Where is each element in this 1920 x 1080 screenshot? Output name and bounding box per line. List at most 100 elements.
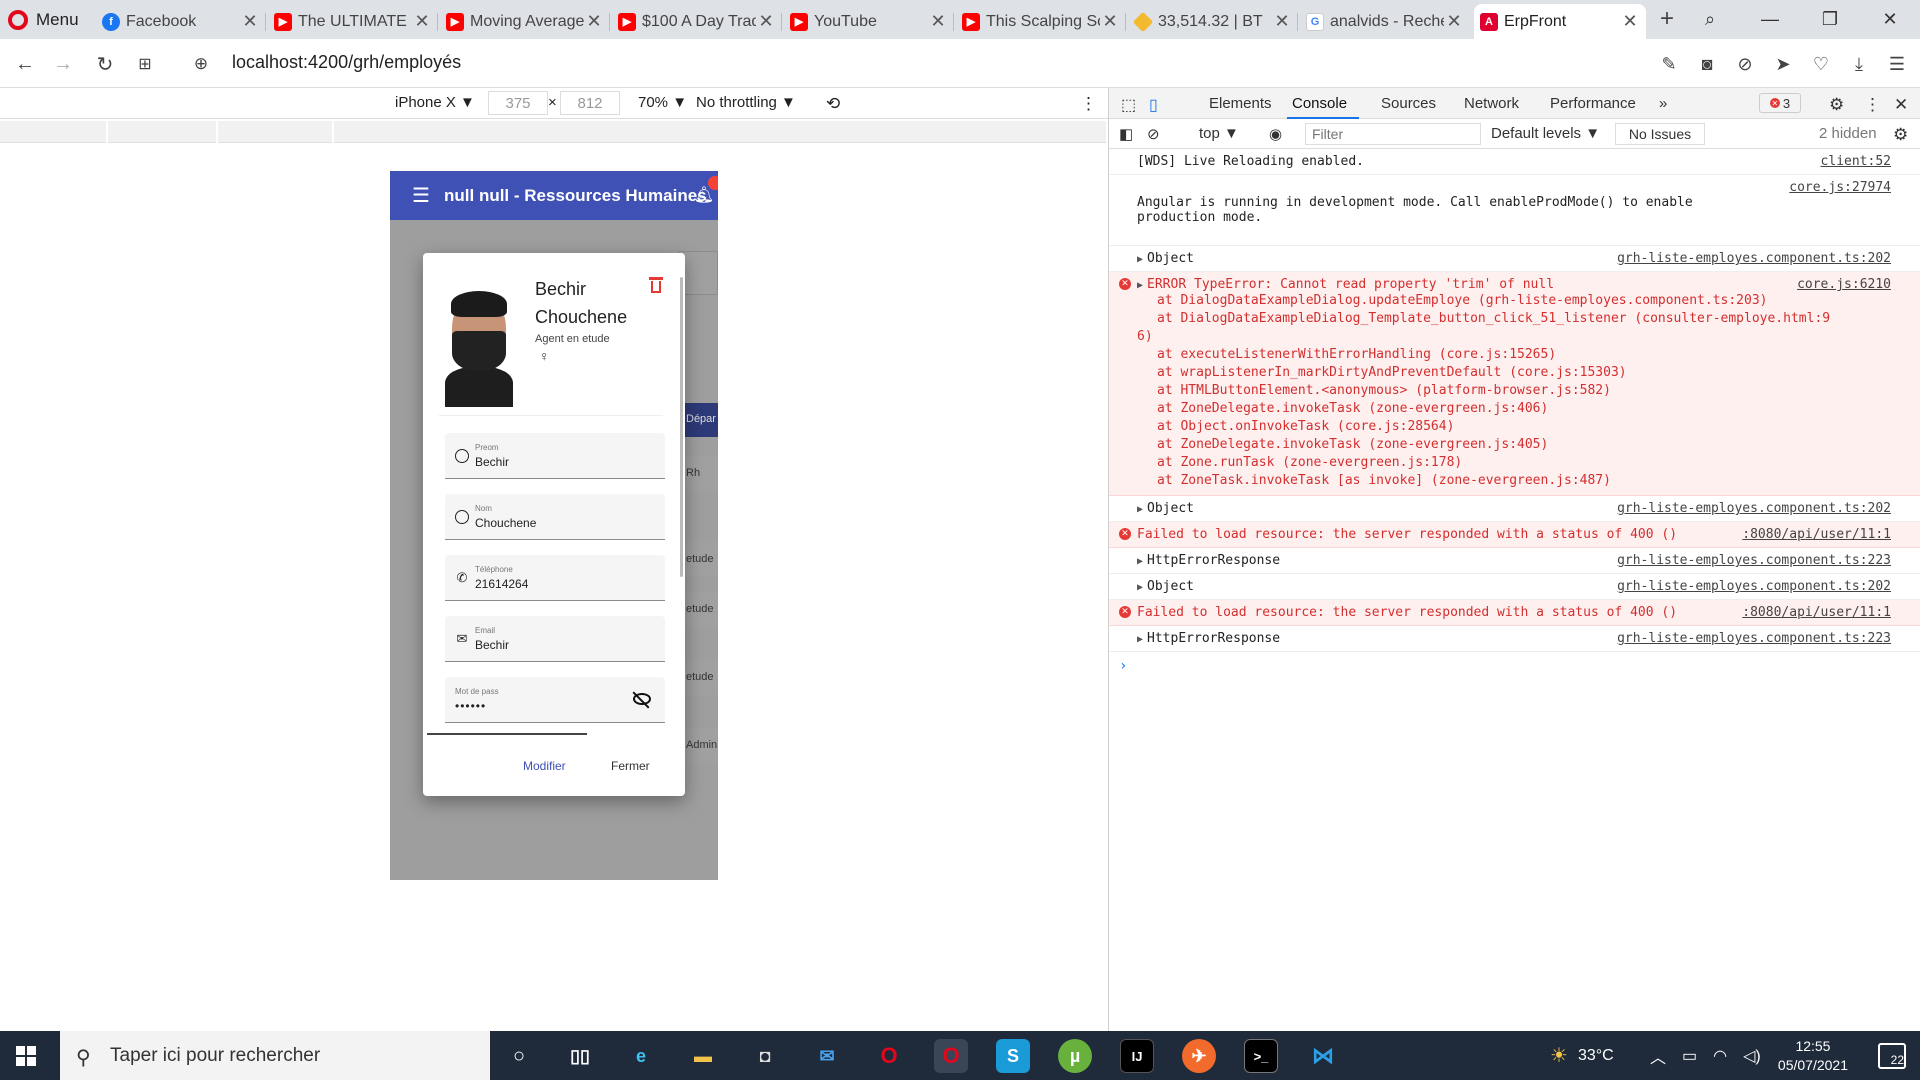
tab-youtube-1[interactable]: ▶ The ULTIMATE B ✕	[268, 4, 438, 39]
message-source-link[interactable]: core.js:27974	[1789, 180, 1891, 195]
tab-network[interactable]: Network	[1464, 95, 1519, 112]
stack-line[interactable]: at Zone.runTask (zone-evergreen.js:178)	[1157, 454, 1891, 472]
windows-start-icon[interactable]	[16, 1046, 36, 1066]
expand-triangle-icon[interactable]: ▶	[1137, 582, 1143, 593]
console-object-row[interactable]: ▶ Object grh-liste-employes.component.ts:…	[1109, 496, 1920, 522]
hamburger-menu-icon[interactable]: ☰	[412, 183, 432, 208]
rotate-icon[interactable]: ⟲	[826, 94, 840, 114]
console-object-row[interactable]: ▶ Object grh-liste-employes.component.ts:…	[1109, 574, 1920, 600]
tray-chevron-icon[interactable]: ︿	[1650, 1044, 1666, 1068]
mail-app-icon[interactable]: ✉	[810, 1039, 844, 1073]
message-source-link[interactable]: grh-liste-employes.component.ts:223	[1617, 553, 1891, 568]
context-select[interactable]: top ▼	[1199, 125, 1239, 142]
skype-icon[interactable]: S	[996, 1039, 1030, 1073]
opera-gx-icon[interactable]: O	[872, 1039, 906, 1073]
utorrent-icon[interactable]: µ	[1058, 1039, 1092, 1073]
tab-facebook[interactable]: f Facebook ✕	[96, 4, 266, 39]
stack-line[interactable]: at Object.onInvokeTask (core.js:28564)	[1157, 418, 1891, 436]
stack-line[interactable]: at ZoneDelegate.invokeTask (zone-evergre…	[1157, 436, 1891, 454]
zoom-select[interactable]: 70% ▼	[638, 94, 687, 111]
tab-youtube-2[interactable]: ▶ Moving Average ✕	[440, 4, 610, 39]
console-object-row[interactable]: ▶ HttpErrorResponse grh-liste-employes.co…	[1109, 548, 1920, 574]
speed-dial-icon[interactable]: ⊞	[132, 51, 158, 77]
delete-icon[interactable]	[649, 277, 663, 294]
stack-line[interactable]: at DialogDataExampleDialog_Template_butt…	[1157, 310, 1891, 328]
minimize-button[interactable]: —	[1740, 0, 1800, 39]
message-source-link[interactable]: :8080/api/user/11:1	[1742, 605, 1891, 620]
tab-console[interactable]: Console	[1292, 95, 1347, 112]
message-source-link[interactable]: client:52	[1821, 154, 1891, 169]
device-toggle-icon[interactable]: ▯	[1149, 95, 1158, 115]
action-center-icon[interactable]: 22	[1878, 1043, 1906, 1069]
stack-line[interactable]: at wrapListenerIn_markDirtyAndPreventDef…	[1157, 364, 1891, 382]
console-object-row[interactable]: ▶ HttpErrorResponse grh-liste-employes.co…	[1109, 626, 1920, 652]
live-expression-eye-icon[interactable]: ◉	[1269, 125, 1282, 143]
tab-elements[interactable]: Elements	[1209, 95, 1272, 112]
phone-field[interactable]: ✆ Téléphone 21614264	[445, 555, 665, 601]
modify-button[interactable]: Modifier	[523, 759, 566, 773]
volume-icon[interactable]: ◁)	[1743, 1046, 1761, 1066]
tab-performance[interactable]: Performance	[1550, 95, 1636, 112]
restore-button[interactable]: ❐	[1800, 0, 1860, 39]
stack-line[interactable]: at ZoneDelegate.invokeTask (zone-evergre…	[1157, 400, 1891, 418]
message-source-link[interactable]: core.js:6210	[1797, 277, 1891, 292]
email-field[interactable]: ✉ Email Bechir	[445, 616, 665, 662]
message-source-link[interactable]: grh-liste-employes.component.ts:202	[1617, 501, 1891, 516]
device-select[interactable]: iPhone X ▼	[395, 94, 475, 111]
tab-google[interactable]: G analvids - Reche ✕	[1300, 4, 1470, 39]
devtools-menu-icon[interactable]: ⋮	[1864, 95, 1881, 115]
dialog-scrollbar[interactable]	[680, 277, 683, 577]
edge-icon[interactable]: e	[624, 1039, 658, 1073]
easy-setup-icon[interactable]: ☰	[1882, 49, 1912, 79]
clear-console-icon[interactable]: ⊘	[1147, 125, 1160, 143]
console-prompt[interactable]: ›	[1109, 652, 1920, 680]
console-settings-gear-icon[interactable]: ⚙	[1893, 125, 1908, 145]
expand-triangle-icon[interactable]: ▶	[1137, 254, 1143, 265]
tab-youtube-5[interactable]: ▶ This Scalping Sc ✕	[956, 4, 1126, 39]
reload-button[interactable]: ↻	[92, 51, 118, 77]
postman-icon[interactable]: ✈	[1182, 1039, 1216, 1073]
opera-menu-button[interactable]: Menu	[8, 0, 79, 39]
expand-triangle-icon[interactable]: ▶	[1137, 280, 1143, 291]
stack-line[interactable]: at ZoneTask.invokeTask [as invoke] (zone…	[1157, 472, 1891, 490]
send-icon[interactable]: ➤	[1768, 49, 1798, 79]
back-button[interactable]: ←	[12, 51, 38, 77]
stack-line[interactable]: at DialogDataExampleDialog.updateEmploye…	[1157, 292, 1891, 310]
download-icon[interactable]: ⤓	[1844, 49, 1874, 79]
message-source-link[interactable]: grh-liste-employes.component.ts:202	[1617, 579, 1891, 594]
more-tabs-button[interactable]: »	[1659, 95, 1667, 112]
close-tab-icon[interactable]: ✕	[1272, 11, 1292, 32]
close-tab-icon[interactable]: ✕	[756, 11, 776, 32]
expand-triangle-icon[interactable]: ▶	[1137, 504, 1143, 515]
close-tab-icon[interactable]: ✕	[412, 11, 432, 32]
sidebar-toggle-icon[interactable]: ◧	[1119, 125, 1133, 143]
heart-icon[interactable]: ♡	[1806, 49, 1836, 79]
search-tabs-icon[interactable]: ⌕	[1680, 0, 1740, 39]
wifi-icon[interactable]: ◠	[1713, 1046, 1727, 1066]
new-tab-button[interactable]: +	[1652, 4, 1682, 34]
close-tab-icon[interactable]: ✕	[1620, 11, 1640, 32]
taskbar-search-box[interactable]: ⚲ Taper ici pour rechercher	[60, 1031, 490, 1080]
tab-youtube-4[interactable]: ▶ YouTube ✕	[784, 4, 954, 39]
tab-youtube-3[interactable]: ▶ $100 A Day Trad ✕	[612, 4, 782, 39]
message-source-link[interactable]: :8080/api/user/11:1	[1742, 527, 1891, 542]
log-levels-select[interactable]: Default levels ▼	[1491, 125, 1600, 142]
battery-icon[interactable]: ▭	[1682, 1046, 1697, 1066]
tab-sources[interactable]: Sources	[1381, 95, 1436, 112]
snapshot-edit-icon[interactable]: ✎	[1654, 49, 1684, 79]
close-tab-icon[interactable]: ✕	[1100, 11, 1120, 32]
close-tab-icon[interactable]: ✕	[240, 11, 260, 32]
url-field[interactable]: localhost:4200/grh/employés	[232, 52, 461, 73]
close-tab-icon[interactable]: ✕	[584, 11, 604, 32]
tab-erpfront[interactable]: A ErpFront ✕	[1474, 4, 1646, 39]
close-tab-icon[interactable]: ✕	[1444, 11, 1464, 32]
forward-button[interactable]: →	[50, 51, 76, 77]
device-height-input[interactable]: 812	[560, 91, 620, 115]
error-count-badge[interactable]: ✕ 3	[1759, 93, 1801, 113]
stack-line[interactable]: at executeListenerWithErrorHandling (cor…	[1157, 346, 1891, 364]
intellij-icon[interactable]: IJ	[1120, 1039, 1154, 1073]
camera-icon[interactable]: ◙	[1692, 49, 1722, 79]
device-width-input[interactable]: 375	[488, 91, 548, 115]
expand-triangle-icon[interactable]: ▶	[1137, 556, 1143, 567]
stack-line[interactable]: at HTMLButtonElement.<anonymous> (platfo…	[1157, 382, 1891, 400]
